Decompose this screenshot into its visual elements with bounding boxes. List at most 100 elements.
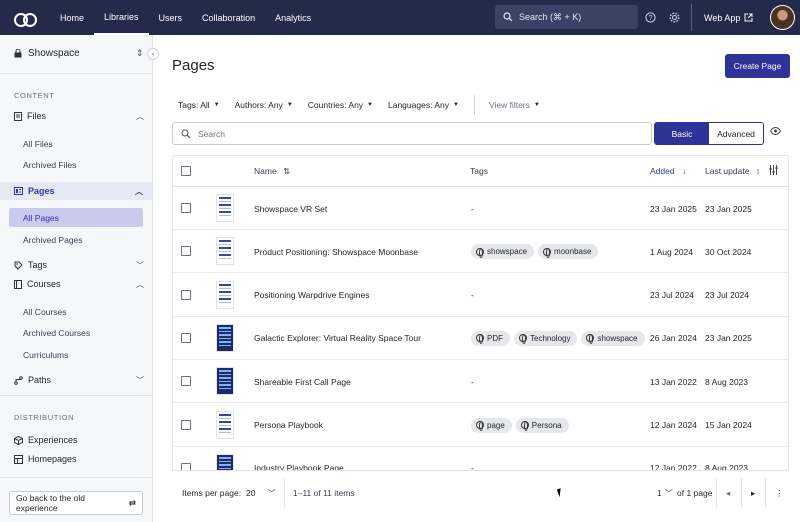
- nav-home[interactable]: Home: [50, 0, 94, 35]
- more-options-icon[interactable]: ⋮: [775, 478, 784, 508]
- tag-chip[interactable]: Persona: [515, 417, 569, 433]
- added-date: 23 Jan 2025: [650, 203, 697, 214]
- tag-chip[interactable]: showspace: [581, 330, 645, 346]
- gear-icon[interactable]: [666, 9, 682, 25]
- table-row[interactable]: Positioning Warpdrive Engines - 23 Jul 202…: [173, 274, 788, 317]
- cube-icon: [14, 435, 23, 445]
- create-page-button[interactable]: Create Page: [725, 54, 790, 78]
- items-per-page-label: Items per page:: [182, 488, 242, 498]
- sidebar-item-archived-pages[interactable]: Archived Pages: [23, 235, 83, 245]
- page-name[interactable]: Showspace VR Set: [254, 187, 327, 230]
- next-page-icon[interactable]: ▸: [751, 478, 755, 508]
- global-search[interactable]: Search (⌘ + K): [495, 5, 638, 29]
- tag-chip[interactable]: page: [471, 417, 512, 433]
- path-icon: [14, 375, 23, 385]
- nav-analytics[interactable]: Analytics: [265, 0, 321, 35]
- mode-basic-button[interactable]: Basic: [655, 123, 709, 144]
- row-checkbox[interactable]: [181, 203, 191, 213]
- view-filters-button[interactable]: View filters ▼: [489, 100, 540, 110]
- row-checkbox[interactable]: [181, 332, 191, 343]
- workspace-name: Showspace: [28, 48, 80, 59]
- row-checkbox[interactable]: [181, 376, 191, 387]
- row-checkbox[interactable]: [181, 289, 191, 300]
- prev-page-icon[interactable]: ◂: [726, 478, 730, 508]
- workspace-switcher[interactable]: Showspace: [14, 48, 80, 59]
- old-experience-button[interactable]: Go back to the old experience ⇄: [9, 491, 143, 515]
- caret-down-icon: ▼: [286, 102, 293, 108]
- nav-libraries[interactable]: Libraries: [94, 0, 149, 35]
- row-checkbox[interactable]: [181, 246, 191, 257]
- sidebar-item-experiences[interactable]: Experiences: [14, 432, 144, 448]
- page-name[interactable]: Shareable First Call Page: [254, 360, 351, 403]
- table-row[interactable]: Persona Playbook page Persona 12 Jan 2024 15…: [173, 404, 788, 447]
- table-row[interactable]: Galactic Explorer: Virtual Reality Space…: [173, 317, 788, 360]
- column-last-update-label: Last update: [705, 166, 750, 176]
- collapse-sidebar-icon[interactable]: ‹: [147, 48, 159, 60]
- nav-users[interactable]: Users: [149, 0, 193, 35]
- filter-authors[interactable]: Authors: Any ▼: [235, 100, 293, 110]
- filter-countries[interactable]: Countries: Any ▼: [308, 100, 373, 110]
- page-name[interactable]: Positioning Warpdrive Engines: [254, 274, 369, 317]
- sidebar-group-pages[interactable]: Pages ︿: [0, 182, 152, 200]
- page-name[interactable]: Galactic Explorer: Virtual Reality Space…: [254, 317, 421, 360]
- tag-label: page: [487, 420, 505, 430]
- search-input[interactable]: [198, 128, 598, 139]
- sidebar-item-homepages[interactable]: Homepages: [14, 451, 144, 467]
- page-name[interactable]: Persona Playbook: [254, 404, 323, 447]
- page-tags: page Persona: [471, 404, 573, 447]
- select-all-checkbox[interactable]: [181, 166, 191, 176]
- avatar[interactable]: [770, 5, 795, 30]
- caret-down-icon: ▼: [367, 102, 373, 108]
- sidebar-item-curriculums[interactable]: Curriculums: [23, 350, 68, 360]
- tag-chip[interactable]: moonbase: [538, 244, 599, 260]
- sidebar-item-all-pages[interactable]: All Pages: [9, 208, 143, 227]
- chevron-updown-icon[interactable]: ⇕: [136, 48, 144, 59]
- row-checkbox[interactable]: [181, 419, 191, 430]
- page-name[interactable]: Industry Playbook Page: [254, 447, 344, 470]
- table-row[interactable]: Shareable First Call Page - 13 Jan 2022 8 A…: [173, 360, 788, 404]
- sidebar-group-paths[interactable]: Paths ﹀: [14, 372, 144, 388]
- tag-chip[interactable]: showspace: [471, 244, 535, 260]
- logo-icon[interactable]: [14, 11, 37, 27]
- sidebar-group-files-label: Files: [27, 111, 47, 121]
- sidebar-group-tags-label: Tags: [28, 260, 48, 270]
- web-app-link[interactable]: Web App: [704, 0, 753, 35]
- sidebar-group-courses[interactable]: Courses ︿: [14, 276, 144, 292]
- nav-collaboration[interactable]: Collaboration: [192, 0, 265, 35]
- table-header: Name ⇅ Tags Added ↓ Last update ↕: [173, 156, 788, 187]
- sidebar-item-archived-courses[interactable]: Archived Courses: [23, 328, 90, 338]
- no-tags: -: [471, 463, 474, 471]
- row-checkbox[interactable]: [181, 462, 191, 470]
- mode-advanced-button[interactable]: Advanced: [709, 123, 763, 144]
- column-header-last-update[interactable]: Last update ↕: [705, 166, 760, 176]
- sort-icon: ↕: [755, 166, 761, 176]
- sidebar-item-archived-files[interactable]: Archived Files: [23, 160, 76, 170]
- page-tags: -: [471, 187, 474, 230]
- help-icon[interactable]: ?: [642, 9, 658, 25]
- page-thumbnail: [216, 323, 234, 352]
- sidebar-item-all-courses[interactable]: All Courses: [23, 307, 66, 317]
- table-row[interactable]: Industry Playbook Page - 12 Jan 2022 8 Aug …: [173, 447, 788, 471]
- nav-divider: [691, 4, 692, 31]
- items-per-page-select[interactable]: 20 ﹀: [246, 478, 275, 508]
- sidebar-group-files[interactable]: Files ︿: [14, 108, 144, 124]
- page-select[interactable]: 1 ﹀: [657, 478, 673, 508]
- tag-chip[interactable]: Technology: [514, 330, 578, 346]
- page-name[interactable]: Product Positioning: Showspace Moonbase: [254, 230, 418, 273]
- filter-tags[interactable]: Tags: All ▼: [178, 100, 220, 110]
- added-date: 23 Jul 2024: [650, 290, 694, 301]
- sidebar-item-all-files[interactable]: All Files: [23, 139, 53, 149]
- filter-authors-label: Authors: Any: [234, 100, 283, 110]
- eye-icon[interactable]: [769, 126, 782, 138]
- sidebar-group-tags[interactable]: Tags ﹀: [14, 257, 144, 273]
- book-icon: [14, 279, 22, 289]
- column-header-name[interactable]: Name ⇅: [254, 166, 290, 177]
- column-header-added[interactable]: Added ↓: [650, 166, 686, 176]
- added-date: 12 Jan 2024: [650, 420, 697, 430]
- tag-chip[interactable]: PDF: [471, 330, 510, 346]
- filter-languages[interactable]: Languages: Any ▼: [388, 100, 459, 110]
- table-row[interactable]: Showspace VR Set - 23 Jan 2025 23 Jan 2025: [173, 187, 788, 230]
- chevron-up-icon: ︿: [136, 111, 144, 121]
- table-row[interactable]: Product Positioning: Showspace Moonbase s…: [173, 230, 788, 274]
- column-settings-icon[interactable]: [769, 165, 778, 177]
